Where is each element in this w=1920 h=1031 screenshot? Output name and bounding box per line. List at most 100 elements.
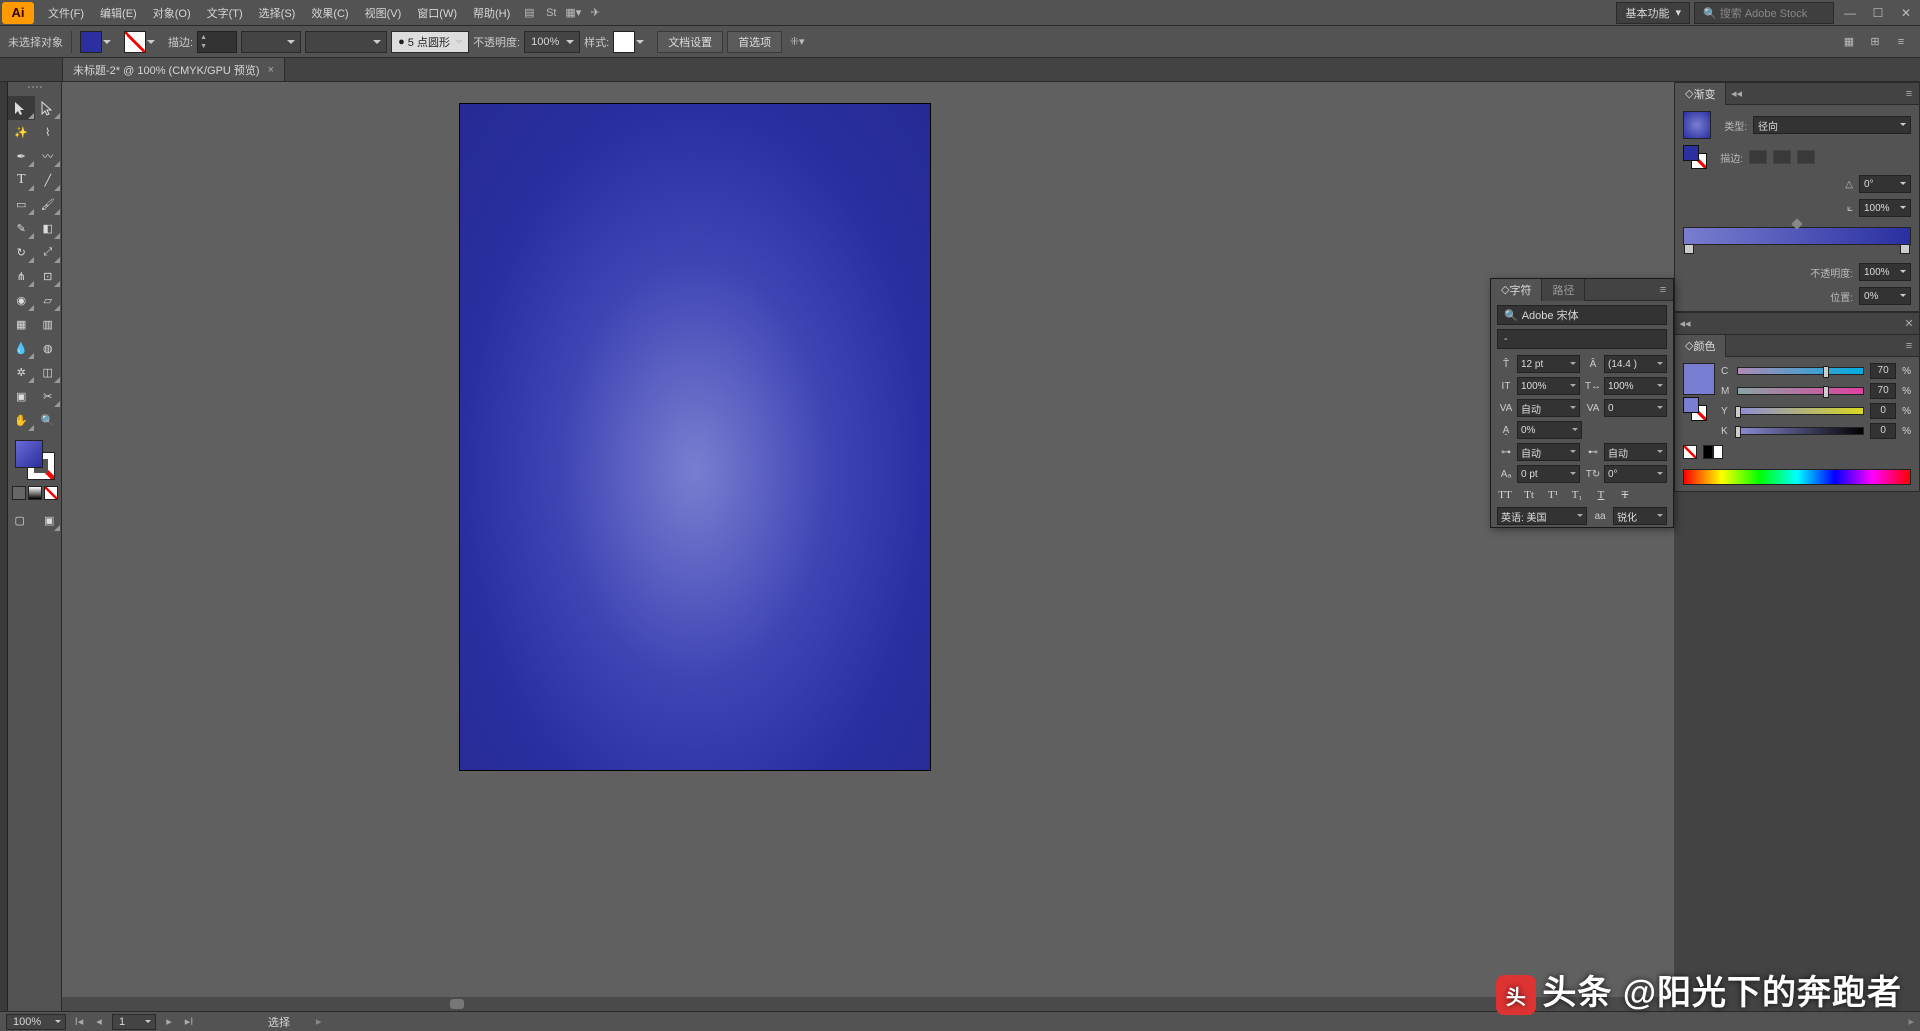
menu-view[interactable]: 视图(V) [357, 1, 410, 25]
subscript-button[interactable]: T₁ [1569, 489, 1585, 501]
artboard-tool[interactable]: ▣ [8, 384, 35, 408]
rotate-tool[interactable]: ↻ [8, 240, 35, 264]
doc-setup-button[interactable]: 文档设置 [657, 31, 723, 53]
hscale-input[interactable]: 100% [1604, 377, 1667, 395]
stroke-profile-dropdown[interactable] [241, 31, 301, 53]
h-scroll-thumb[interactable] [450, 999, 464, 1009]
menu-window[interactable]: 窗口(W) [409, 1, 465, 25]
menu-select[interactable]: 选择(S) [251, 1, 304, 25]
vscale-input[interactable]: 100% [1517, 377, 1580, 395]
free-transform-tool[interactable]: ⊡ [35, 264, 62, 288]
antialias-dropdown[interactable]: 锐化 [1613, 507, 1667, 525]
close-tab-icon[interactable]: × [268, 64, 274, 76]
gradient-slider[interactable] [1683, 227, 1911, 245]
stroke-grad-2[interactable] [1773, 150, 1791, 164]
prev-artboard[interactable]: ◂ [92, 1015, 106, 1028]
gradient-ratio-input[interactable]: 100% [1859, 199, 1911, 217]
auto1-input[interactable]: 自动 [1517, 443, 1580, 461]
menu-type[interactable]: 文字(T) [199, 1, 251, 25]
eyedropper-tool[interactable]: 💧 [8, 336, 35, 360]
magic-wand-tool[interactable]: ✨ [8, 120, 35, 144]
h-scrollbar[interactable] [62, 997, 1674, 1011]
leading-input[interactable]: (14.4 ) [1604, 355, 1667, 373]
menu-effect[interactable]: 效果(C) [303, 1, 356, 25]
kerning-input[interactable]: 自动 [1517, 399, 1580, 417]
gradient-stop-2[interactable] [1900, 244, 1910, 254]
stop-opacity-input[interactable]: 100% [1859, 263, 1911, 281]
color-mode-gradient[interactable] [28, 486, 42, 500]
c-value[interactable]: 70 [1870, 363, 1896, 379]
next-artboard[interactable]: ▸ [162, 1015, 176, 1028]
spectrum-bar[interactable] [1683, 469, 1911, 485]
screen-mode[interactable]: ▣ [38, 508, 62, 532]
workspace-switcher[interactable]: 基本功能▾ [1616, 2, 1690, 24]
scale-tool[interactable]: ⤢ [35, 240, 62, 264]
opacity-input[interactable]: 100% [524, 31, 580, 53]
panel-menu-icon[interactable]: ≡ [1899, 88, 1919, 100]
menu-edit[interactable]: 编辑(E) [92, 1, 145, 25]
bw-swatch[interactable] [1703, 445, 1723, 459]
lasso-tool[interactable]: ⌇ [35, 120, 62, 144]
first-artboard[interactable]: I◂ [72, 1015, 86, 1028]
panel-expand-icon[interactable]: ◂◂ [1675, 317, 1695, 330]
y-slider[interactable] [1737, 407, 1864, 415]
status-scroll-right[interactable]: ▸ [1908, 1015, 1914, 1028]
allcaps-button[interactable]: TT [1497, 489, 1513, 501]
underline-button[interactable]: T [1593, 489, 1609, 501]
k-slider[interactable] [1737, 427, 1864, 435]
baseline-pct-input[interactable]: 0% [1517, 421, 1582, 439]
char-panel-menu-icon[interactable]: ≡ [1653, 284, 1673, 296]
perspective-tool[interactable]: ▱ [35, 288, 62, 312]
gradient-angle-input[interactable]: 0° [1859, 175, 1911, 193]
artboard-nav-dropdown[interactable]: 1 [112, 1014, 156, 1030]
draw-mode[interactable]: ▢ [8, 508, 32, 532]
stroke-weight-input[interactable]: ▲ ▼ [197, 31, 237, 53]
gradient-type-dropdown[interactable]: 径向 [1753, 116, 1911, 134]
stroke-swatch[interactable] [124, 31, 146, 53]
fill-stroke-box[interactable] [15, 440, 55, 480]
font-size-input[interactable]: 12 pt [1517, 355, 1580, 373]
tracking-input[interactable]: 0 [1604, 399, 1667, 417]
color-panel-menu-icon[interactable]: ≡ [1899, 340, 1919, 352]
gpu-icon[interactable]: ✈ [584, 2, 606, 24]
blend-tool[interactable]: ◍ [35, 336, 62, 360]
preferences-button[interactable]: 首选项 [727, 31, 782, 53]
font-style-dropdown[interactable]: - [1497, 329, 1667, 349]
line-tool[interactable]: ╱ [35, 168, 62, 192]
search-stock[interactable]: 🔍 搜索 Adobe Stock [1694, 2, 1834, 24]
path-tab[interactable]: 路径 [1542, 279, 1585, 301]
pen-tool[interactable]: ✒ [8, 144, 35, 168]
paintbrush-tool[interactable]: 🖌 [35, 192, 62, 216]
window-minimize[interactable]: — [1838, 4, 1862, 22]
stop-position-input[interactable]: 0% [1859, 287, 1911, 305]
fill-box[interactable] [15, 440, 43, 468]
isolate-icon[interactable]: ⊞ [1864, 31, 1886, 53]
selection-tool[interactable] [8, 96, 35, 120]
gradient-stop-1[interactable] [1684, 244, 1694, 254]
color-mode-none[interactable] [44, 486, 58, 500]
mesh-tool[interactable]: ▦ [8, 312, 35, 336]
auto2-input[interactable]: 自动 [1604, 443, 1667, 461]
c-slider[interactable] [1737, 367, 1864, 375]
rectangle-tool[interactable]: ▭ [8, 192, 35, 216]
menu-file[interactable]: 文件(F) [40, 1, 92, 25]
zoom-dropdown[interactable]: 100% [6, 1014, 66, 1030]
canvas[interactable] [62, 82, 1674, 1011]
y-value[interactable]: 0 [1870, 403, 1896, 419]
panel-collapse-icon[interactable]: ◂◂ [1726, 87, 1746, 100]
k-value[interactable]: 0 [1870, 423, 1896, 439]
arrange-icon[interactable]: ▦▾ [562, 2, 584, 24]
brush-def-dropdown[interactable]: ● 5 点圆形 [391, 31, 469, 53]
type-tool[interactable]: T [8, 168, 35, 192]
direct-selection-tool[interactable] [35, 96, 62, 120]
strikethrough-button[interactable]: T [1617, 489, 1633, 501]
gradient-preview[interactable] [1683, 111, 1711, 139]
width-tool[interactable]: ⋔ [8, 264, 35, 288]
color-fillstroke-mini[interactable] [1683, 397, 1707, 421]
gradient-fillstroke[interactable] [1683, 145, 1707, 169]
color-mode-solid[interactable] [12, 486, 26, 500]
graph-tool[interactable]: ◫ [35, 360, 62, 384]
language-dropdown[interactable]: 英语: 美国 [1497, 507, 1587, 525]
zoom-tool[interactable]: 🔍 [35, 408, 62, 432]
menu-help[interactable]: 帮助(H) [465, 1, 518, 25]
